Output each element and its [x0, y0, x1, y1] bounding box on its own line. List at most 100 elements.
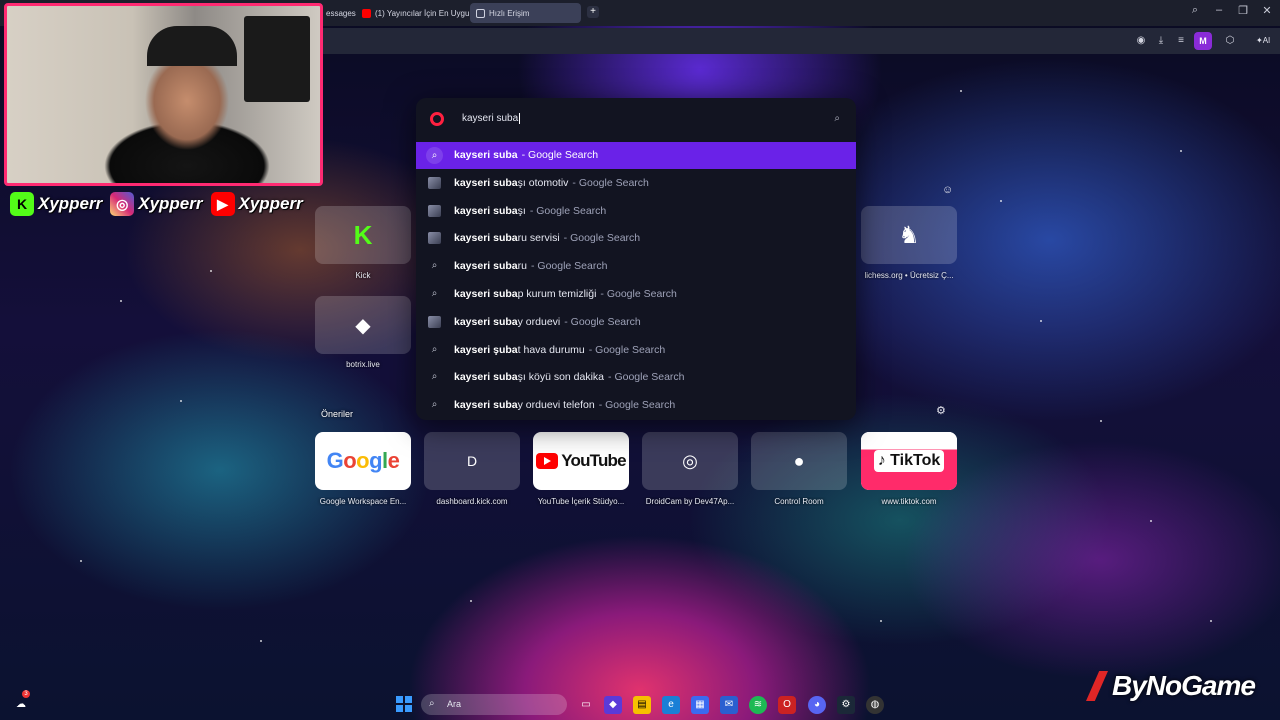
suggestion-item[interactable]: kayseri subaşı - Google Search: [416, 198, 856, 225]
settings-icon[interactable]: ⚙: [936, 404, 946, 417]
speed-dial-botrix[interactable]: ◆: [315, 296, 411, 354]
instagram-icon: ◎: [110, 192, 135, 216]
suggestion-item[interactable]: kayseri subaru servisi - Google Search: [416, 225, 856, 252]
suggestion-item[interactable]: kayseri subaşı otomotiv - Google Search: [416, 170, 856, 197]
suggestion-completion: şı otomotiv: [517, 176, 569, 189]
address-bar[interactable]: kayseri suba ⌕: [416, 98, 856, 142]
suggestion-item[interactable]: ⌕ kayseri subay orduevi telefon - Google S…: [416, 392, 856, 419]
image-thumbnail-icon: [428, 204, 441, 217]
search-tabs-icon[interactable]: ⌕: [1187, 4, 1203, 17]
mail-icon[interactable]: ✉: [720, 696, 738, 714]
search-icon: ⌕: [431, 371, 438, 383]
youtube-play-icon: [536, 453, 559, 469]
bynogame-watermark: ByNoGame: [1086, 670, 1256, 702]
browser-toolbar: ◉ ⤓ ≡ M ⬡ ✦AI: [320, 28, 1280, 54]
profile-avatar[interactable]: M: [1194, 32, 1212, 50]
suggestion-completion: y orduevi telefon: [517, 399, 595, 412]
speed-dial-tiktok[interactable]: ♪ TikTok: [861, 432, 957, 490]
speed-dial-kick[interactable]: K: [315, 206, 411, 264]
spotify-icon[interactable]: ≋: [749, 696, 767, 714]
suggestion-source: - Google Search: [521, 149, 599, 161]
address-input[interactable]: kayseri suba: [462, 113, 521, 124]
speed-dial-label: lichess.org • Ücretsiz Ç...: [864, 271, 954, 280]
suggestion-source: - Google Search: [530, 260, 608, 273]
suggestion-completion: şı köyü son dakika: [517, 371, 605, 384]
taskbar-search-placeholder: Ara: [447, 699, 462, 709]
webcam-icon: ◎: [682, 450, 698, 471]
smiley-icon[interactable]: ☺: [942, 184, 953, 196]
speed-dial-control-room[interactable]: ●: [751, 432, 847, 490]
suggestion-text: kayseri şubat hava durumu - Google Search: [454, 344, 665, 356]
task-view-icon[interactable]: ▭: [577, 696, 595, 714]
search-icon: ⌕: [429, 698, 435, 709]
weather-icon[interactable]: ☁: [12, 696, 30, 714]
youtube-handle: Xypperr: [238, 194, 303, 213]
tab-speed-dial[interactable]: Hızlı Erişim: [470, 3, 581, 23]
store-icon[interactable]: ▦: [691, 696, 709, 714]
edge-icon[interactable]: e: [662, 696, 680, 714]
webcam-overlay: [4, 3, 323, 186]
suggestion-match: kayseri suba: [454, 288, 518, 300]
speed-dial-label: Control Room: [774, 497, 824, 506]
file-explorer-icon[interactable]: ▤: [633, 696, 651, 714]
suggestion-text: kayseri subaru servisi - Google Search: [454, 232, 640, 244]
menu-icon[interactable]: ≡: [1174, 34, 1188, 48]
suggestion-text: kayseri subaru - Google Search: [454, 260, 607, 272]
suggestion-item[interactable]: ⌕ kayseri suba - Google Search: [416, 142, 856, 169]
close-window-button[interactable]: ✕: [1259, 4, 1275, 17]
app-icon[interactable]: ◍: [866, 696, 884, 714]
restore-button[interactable]: ❐: [1235, 4, 1251, 17]
kick-logo-icon: K: [353, 219, 373, 250]
suggestion-completion: ru servisi: [517, 232, 560, 245]
download-icon[interactable]: ⤓: [1154, 34, 1168, 48]
steam-icon[interactable]: ⚙: [837, 696, 855, 714]
suggestion-source: - Google Search: [563, 232, 641, 245]
botrix-logo-icon: ◆: [355, 314, 371, 337]
speed-dial-google-workspace[interactable]: Google: [315, 432, 411, 490]
image-thumbnail-icon: [428, 176, 441, 189]
grid-icon: [476, 8, 485, 18]
suggestions-title: Öneriler: [321, 409, 354, 419]
app-icon[interactable]: ◆: [604, 696, 622, 714]
suggestion-match: kayseri suba: [454, 260, 518, 273]
speed-dial-label: YouTube İçerik Stüdyo...: [537, 497, 625, 506]
opera-icon[interactable]: O: [778, 696, 796, 714]
suggestion-text: kayseri subaşı otomotiv - Google Search: [454, 177, 649, 189]
taskbar-search[interactable]: ⌕ Ara: [421, 694, 567, 715]
tab-youtube[interactable]: (1) Yayıncılar İçin En Uygu: [356, 3, 475, 23]
suggestion-item[interactable]: ⌕ kayseri şubat hava durumu - Google Searc…: [416, 337, 856, 364]
tiktok-logo: ♪ TikTok: [873, 450, 945, 472]
suggestion-source: - Google Search: [564, 315, 641, 328]
discord-icon[interactable]: ◕: [808, 696, 826, 714]
suggestion-source: - Google Search: [600, 288, 677, 300]
minimize-button[interactable]: –: [1211, 4, 1227, 16]
speed-dial-label: DroidCam by Dev47Ap...: [645, 497, 735, 506]
suggestion-match: kayseri suba: [454, 149, 518, 161]
speed-dial-youtube-studio[interactable]: YouTube: [533, 432, 629, 490]
suggestion-item[interactable]: ⌕ kayseri subap kurum temizliği - Google S…: [416, 281, 856, 308]
instagram-handle: Xypperr: [138, 194, 203, 213]
bynogame-wordmark: ByNoGame: [1112, 670, 1256, 701]
speed-dial-kick-dashboard[interactable]: D: [424, 432, 520, 490]
suggestion-item[interactable]: kayseri subay orduevi - Google Search: [416, 309, 856, 336]
extensions-icon[interactable]: ⬡: [1223, 34, 1237, 48]
address-bar-dropdown: kayseri suba ⌕ ⌕ kayseri suba - Google Sea…: [416, 98, 856, 420]
suggestion-match: kayseri suba: [454, 315, 518, 328]
camera-icon[interactable]: ◉: [1134, 34, 1148, 48]
search-icon: ⌕: [426, 147, 443, 164]
webcam-chair: [147, 26, 237, 66]
suggestion-item[interactable]: ⌕ kayseri subaru - Google Search: [416, 253, 856, 280]
suggestion-match: kayseri suba: [454, 399, 518, 412]
speed-dial-label: dashboard.kick.com: [436, 497, 508, 506]
ai-button[interactable]: ✦AI: [1252, 32, 1274, 50]
youtube-icon: ▶: [210, 192, 235, 216]
new-tab-button[interactable]: +: [587, 6, 599, 18]
suggestion-item[interactable]: ⌕ kayseri subaşı köyü son dakika - Google …: [416, 364, 856, 391]
search-icon[interactable]: ⌕: [834, 113, 840, 124]
windows-start-button[interactable]: [396, 696, 412, 712]
opera-logo-icon: [430, 112, 444, 126]
search-icon: ⌕: [431, 343, 438, 355]
suggestion-match: kayseri şuba: [454, 343, 518, 356]
speed-dial-droidcam[interactable]: ◎: [642, 432, 738, 490]
speed-dial-lichess[interactable]: ♞: [861, 206, 957, 264]
